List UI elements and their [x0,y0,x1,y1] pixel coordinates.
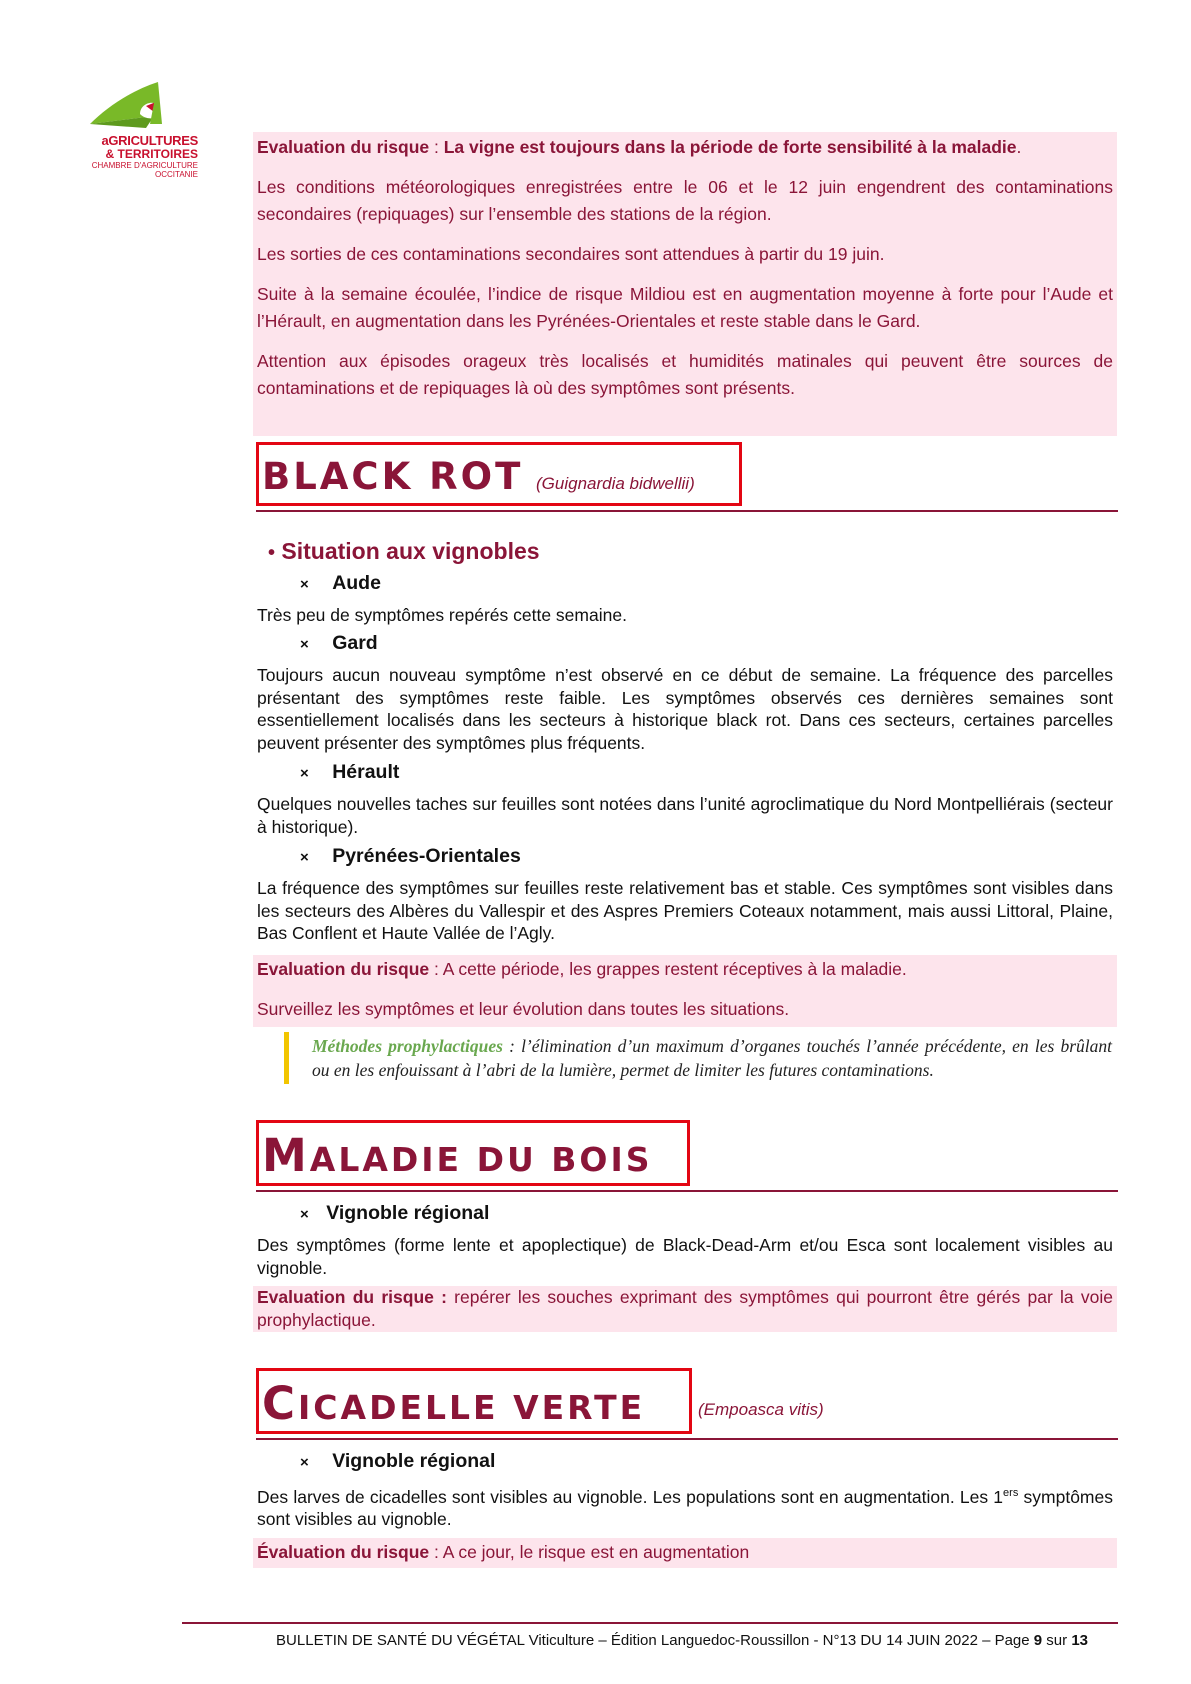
title-cap: C [262,1377,299,1430]
cicadelle-risk-box: Évaluation du risque : A ce jour, le ris… [253,1538,1117,1568]
cross-icon: × [300,765,309,782]
maladie-bois-risk-box: Evaluation du risque : repérer les souch… [253,1286,1117,1332]
eval-label: Evaluation du risque [257,137,430,157]
cross-icon: × [300,849,309,866]
mildiou-eval-p5: Attention aux épisodes orageux très loca… [257,351,1113,398]
aude-label: Aude [332,572,381,594]
po-label: Pyrénées-Orientales [332,845,521,867]
cicadelle-text-1: Des larves de cicadelles sont visibles a… [257,1486,1004,1507]
cicadelle-rule [256,1438,1118,1440]
maladie-bois-rule [256,1190,1118,1192]
cross-icon: × [300,576,309,593]
aude-heading: × Aude [300,572,381,595]
logo-emblem-icon [90,82,162,128]
black-rot-latin: (Guignardia bidwellii) [536,474,695,493]
logo-line-1: aGRICULTURES [101,133,198,148]
maladie-bois-sub-heading: × Vignoble régional [300,1202,489,1225]
logo-line-2: & TERRITOIRES [105,147,198,161]
aude-text: Très peu de symptômes repérés cette sema… [257,605,627,625]
logo-line-3: CHAMBRE D'AGRICULTURE [91,161,198,170]
situation-label: Situation aux vignobles [281,538,540,564]
eval-end: . [1016,137,1022,157]
eval-text: : A cette période, les grappes restent r… [429,959,907,979]
eval-strong: La vigne est toujours dans la période de… [443,137,1017,157]
cicadelle-title: CICADELLE VERTE [262,1376,645,1442]
footer: BULLETIN DE SANTÉ DU VÉGÉTAL Viticulture… [182,1632,1088,1649]
cross-icon: × [300,1206,309,1223]
eval-text: : A ce jour, le risque est en augmentati… [429,1542,750,1562]
mildiou-eval-p4: Suite à la semaine écoulée, l’indice de … [257,284,1113,331]
eval-sep: : [429,137,444,157]
bullet-icon: • [268,542,276,564]
situation-heading: • Situation aux vignobles [268,538,540,565]
black-rot-risk-box: Evaluation du risque : A cette période, … [253,955,1117,1027]
cross-icon: × [300,636,309,653]
gard-heading: × Gard [300,632,378,655]
black-rot-rule [256,510,1118,512]
title-rest: ICADELLE VERTE [298,1388,646,1427]
mildiou-eval-p1: Evaluation du risque : La vigne est touj… [257,134,1113,161]
mildiou-eval-p2: Les conditions météorologiques enregistr… [257,177,1113,224]
cicadelle-latin: (Empoasca vitis) [698,1400,824,1419]
footer-sur: sur [1042,1632,1072,1649]
footer-text: BULLETIN DE SANTÉ DU VÉGÉTAL Viticulture… [276,1632,1034,1649]
gard-label: Gard [332,632,378,654]
footer-total: 13 [1071,1632,1088,1649]
cicadelle-sup: ers [1003,1487,1019,1499]
maladie-bois-sub-label: Vignoble régional [326,1202,490,1224]
title-rest: ALADIE DU BOIS [309,1140,653,1179]
mildiou-eval-p3: Les sorties de ces contaminations second… [257,244,885,264]
gard-text: Toujours aucun nouveau symptôme n’est ob… [257,665,1113,753]
maladie-bois-eval: Evaluation du risque : repérer les souch… [257,1286,1113,1331]
eval-label: Évaluation du risque [257,1542,430,1562]
po-heading: × Pyrénées-Orientales [300,845,521,868]
cicadelle-eval: Évaluation du risque : A ce jour, le ris… [257,1538,1113,1566]
mildiou-risk-box: Evaluation du risque : La vigne est touj… [253,132,1117,436]
eval-label: Evaluation du risque : [257,1287,447,1307]
cicadelle-text: Des larves de cicadelles sont visibles a… [257,1482,1113,1531]
eval-label: Evaluation du risque [257,959,430,979]
herault-label: Hérault [332,761,400,783]
chambre-agriculture-logo: aGRICULTURES & TERRITOIRES CHAMBRE D'AGR… [88,76,198,188]
black-rot-eval-p2: Surveillez les symptômes et leur évoluti… [257,999,790,1019]
maladie-bois-text: Des symptômes (forme lente et apoplectiq… [257,1235,1113,1278]
footer-page: 9 [1033,1632,1043,1649]
cross-icon: × [300,1454,309,1471]
po-text: La fréquence des symptômes sur feuilles … [257,878,1113,943]
black-rot-title: BLACK ROT [262,455,524,498]
methodes-prophylactiques-note: Méthodes prophylactiques : l’élimination… [312,1034,1112,1082]
maladie-bois-title: MALADIE DU BOIS [262,1128,653,1194]
footer-rule [182,1622,1118,1624]
logo-line-4: OCCITANIE [155,170,198,179]
cicadelle-sub-label: Vignoble régional [332,1450,496,1472]
cicadelle-sub-heading: × Vignoble régional [300,1450,495,1473]
title-cap: M [262,1129,310,1182]
herault-heading: × Hérault [300,761,399,784]
methodes-label: Méthodes prophylactiques [312,1036,503,1056]
herault-text: Quelques nouvelles taches sur feuilles s… [257,794,1113,837]
black-rot-eval-p1: Evaluation du risque : A cette période, … [257,956,1113,983]
quote-bar [284,1032,289,1084]
